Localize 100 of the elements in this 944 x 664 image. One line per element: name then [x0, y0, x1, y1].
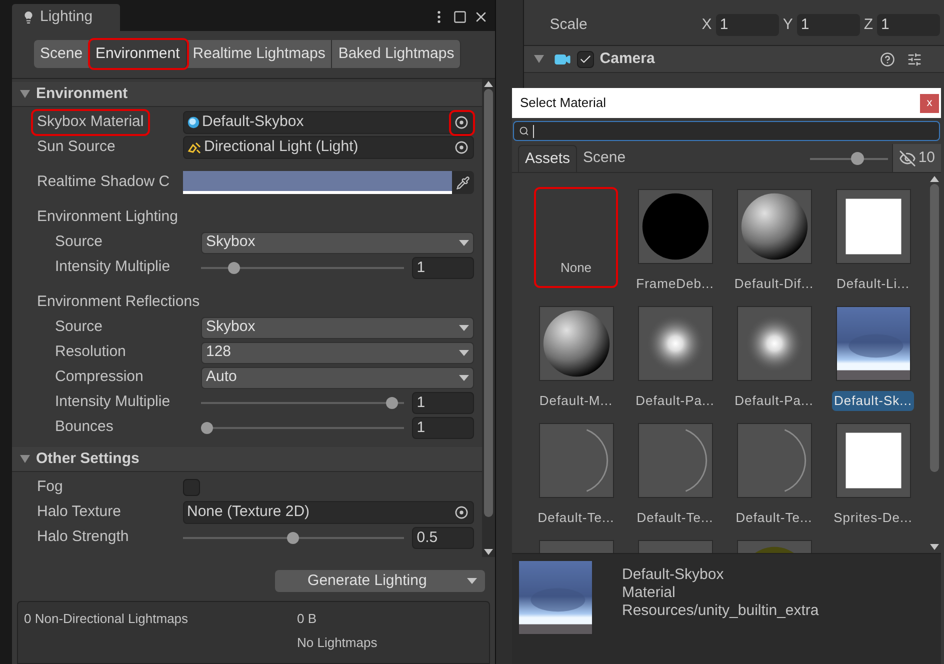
component-title: Camera [600, 48, 656, 69]
caret-icon [458, 240, 469, 246]
slider-track[interactable] [201, 422, 404, 434]
asset-label[interactable]: FrameDeb... [634, 274, 716, 294]
slider-thumb[interactable] [228, 262, 240, 274]
caret-icon [458, 350, 469, 356]
target-icon [455, 116, 468, 129]
asset-label[interactable]: Default-Te... [634, 508, 716, 528]
caret-icon [458, 374, 469, 380]
object-field[interactable]: Directional Light (Light) [183, 136, 474, 159]
field-label: Scale [550, 14, 588, 34]
number-field[interactable]: 1 [796, 14, 860, 36]
eyedropper-icon[interactable] [456, 176, 470, 190]
scroll-up-icon[interactable] [484, 81, 493, 87]
caret-icon [20, 90, 30, 98]
axis-label: Y [782, 14, 793, 34]
field-label: Intensity Multiplie [55, 257, 170, 278]
field-label: Compression [55, 367, 144, 388]
target-icon [455, 506, 468, 519]
field-label: Resolution [55, 342, 126, 362]
zoom-slider-thumb[interactable] [850, 152, 864, 165]
sliders-icon[interactable] [907, 52, 922, 66]
tab[interactable]: Environment [90, 40, 187, 68]
close-button[interactable]: x [920, 94, 939, 112]
caret-icon [466, 578, 477, 584]
asset-label[interactable]: Default-Pa... [634, 391, 716, 410]
asset-label[interactable]: Default-Pa... [732, 391, 816, 410]
scroll-down-icon[interactable] [930, 544, 939, 550]
axis-label: Z [864, 14, 873, 34]
target-icon [455, 141, 468, 154]
lightmap-size: No Lightmaps [297, 634, 378, 652]
scroll-down-icon[interactable] [484, 549, 493, 555]
help-icon[interactable] [880, 52, 895, 66]
number-field[interactable]: 0.5 [412, 526, 474, 548]
search-icon [519, 126, 529, 136]
field-label: Fog [37, 477, 63, 498]
tab[interactable]: Scene [34, 40, 90, 68]
section-header[interactable]: Environment [12, 82, 482, 107]
number-field[interactable]: 1 [412, 256, 474, 278]
dialog-title: Select Material [520, 94, 606, 112]
maximize-icon[interactable] [452, 10, 467, 24]
object-field[interactable]: Default-Skybox [183, 111, 474, 134]
eye-off-icon [899, 150, 916, 166]
caret-icon [534, 55, 544, 63]
none-item[interactable]: None [534, 187, 618, 288]
slider-track[interactable] [183, 532, 404, 544]
hidden-packages-toggle[interactable]: 10 [892, 144, 941, 172]
scrollbar[interactable] [928, 173, 941, 553]
asset-type: Material [622, 584, 676, 602]
asset-label[interactable]: Default-Te... [734, 508, 814, 528]
object-value: Default-Skybox [202, 112, 305, 132]
field-label: Skybox Material [33, 111, 148, 134]
slider-thumb[interactable] [287, 532, 300, 544]
object-picker-button[interactable] [450, 112, 473, 134]
asset-label[interactable]: Default-Dif... [732, 274, 816, 294]
field-label: Source [55, 232, 103, 252]
caret-icon [20, 455, 30, 463]
slider-track[interactable] [201, 262, 404, 274]
slider-thumb[interactable] [201, 422, 213, 434]
tab[interactable]: Realtime Lightmaps [186, 40, 332, 68]
asset-label[interactable]: Sprites-De... [832, 508, 914, 528]
number-field[interactable]: 1 [412, 392, 474, 414]
object-value: Directional Light (Light) [204, 137, 360, 158]
zoom-slider-track[interactable] [810, 152, 888, 165]
component-header[interactable]: Camera [524, 46, 944, 73]
scrollbar[interactable] [482, 79, 495, 557]
window-tab[interactable]: Lighting [12, 4, 120, 31]
color-swatch[interactable] [183, 171, 452, 194]
asset-label[interactable]: None [558, 258, 594, 277]
slider-track[interactable] [201, 396, 404, 408]
tab[interactable]: Scene [577, 145, 632, 172]
checkbox[interactable] [183, 479, 200, 496]
number-field[interactable]: 1 [716, 14, 779, 36]
asset-label[interactable]: Default-Li... [834, 274, 912, 294]
tab[interactable]: Baked Lightmaps [332, 40, 462, 68]
material-sphere-icon [187, 116, 200, 129]
caret-icon [458, 324, 469, 330]
tab[interactable]: Assets [518, 145, 578, 172]
number-field[interactable]: 1 [877, 14, 940, 36]
asset-label[interactable]: Default-Te... [536, 508, 616, 528]
number-field[interactable]: 1 [412, 416, 474, 438]
asset-label[interactable]: Default-Sk... [832, 391, 914, 410]
section-header[interactable]: Other Settings [12, 447, 482, 472]
field-label: Intensity Multiplie [55, 392, 170, 412]
dropdown[interactable]: Skybox [201, 232, 474, 254]
search-field[interactable] [513, 121, 940, 141]
object-value: None (Texture 2D) [187, 502, 311, 522]
asset-path: Resources/unity_builtin_extra [622, 602, 819, 620]
lightbulb-icon [22, 11, 35, 24]
scroll-up-icon[interactable] [930, 176, 939, 182]
field-label: Halo Strength [37, 527, 129, 548]
asset-label[interactable]: Default-M... [537, 391, 615, 410]
field-label: Source [55, 317, 103, 338]
object-field[interactable]: None (Texture 2D) [183, 501, 474, 524]
generate-lighting-button[interactable]: Generate Lighting [274, 570, 485, 592]
slider-thumb[interactable] [386, 396, 398, 408]
dropdown[interactable]: 128 [201, 342, 474, 364]
checkbox[interactable] [576, 50, 594, 68]
dropdown[interactable]: Auto [201, 366, 474, 388]
dropdown[interactable]: Skybox [201, 316, 474, 338]
